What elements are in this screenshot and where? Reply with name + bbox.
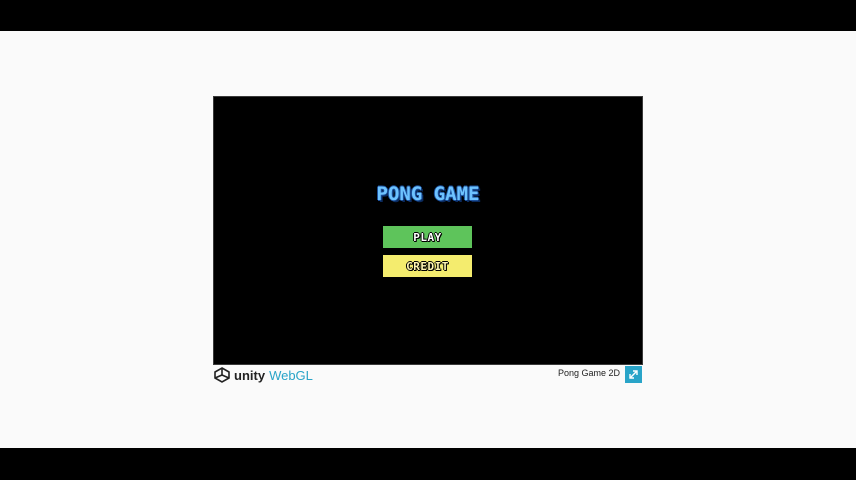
unity-canvas[interactable]: PONG GAME PLAY CREDIT xyxy=(213,96,643,365)
fullscreen-button[interactable] xyxy=(625,366,642,383)
fullscreen-icon xyxy=(629,370,638,379)
game-title: PONG GAME xyxy=(376,183,480,205)
credit-button[interactable]: CREDIT xyxy=(383,255,472,277)
unity-footer: unity WebGL Pong Game 2D xyxy=(214,364,642,386)
unity-wordmark: unity xyxy=(234,367,266,383)
build-title: Pong Game 2D xyxy=(557,368,620,378)
webgl-wordmark: WebGL xyxy=(269,367,313,383)
unity-webgl-logo: unity WebGL xyxy=(214,366,313,384)
letterbox-top xyxy=(0,0,856,31)
letterbox-bottom xyxy=(0,448,856,480)
play-button[interactable]: PLAY xyxy=(383,226,472,248)
unity-logo-icon xyxy=(214,367,230,383)
